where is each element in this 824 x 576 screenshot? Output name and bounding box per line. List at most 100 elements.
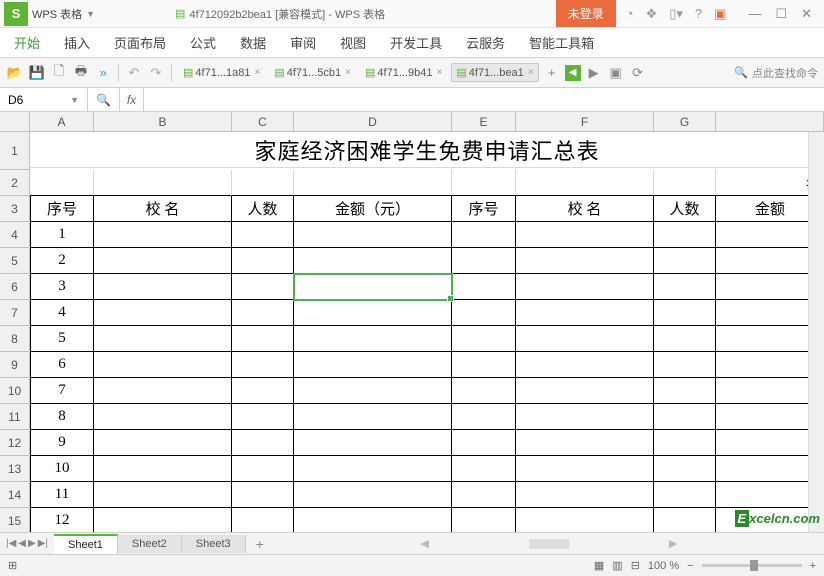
- cell[interactable]: [94, 404, 232, 430]
- row-header-8[interactable]: 8: [0, 326, 30, 352]
- cell[interactable]: [654, 430, 716, 456]
- tab-first-icon[interactable]: |◀: [6, 538, 16, 549]
- cell[interactable]: 9: [30, 430, 94, 456]
- cell[interactable]: [516, 508, 654, 532]
- cell[interactable]: [94, 378, 232, 404]
- cell[interactable]: [232, 300, 294, 326]
- cell[interactable]: [654, 352, 716, 378]
- cell[interactable]: [654, 378, 716, 404]
- sheet-tab-nav[interactable]: |◀ ◀ ▶ ▶|: [0, 538, 54, 549]
- close-tab-icon[interactable]: ×: [528, 67, 534, 78]
- tab-list-icon[interactable]: ▣: [607, 64, 625, 82]
- zoom-slider[interactable]: [702, 564, 802, 567]
- cell[interactable]: [654, 274, 716, 300]
- add-tab-icon[interactable]: +: [543, 64, 561, 82]
- menu-smart-toolbox[interactable]: 智能工具箱: [529, 33, 594, 52]
- save-icon[interactable]: 💾: [28, 64, 46, 82]
- print-preview-icon[interactable]: 🗋: [50, 64, 68, 82]
- header-seq-right[interactable]: 序号: [452, 196, 516, 222]
- close-tab-icon[interactable]: ×: [436, 67, 442, 78]
- formula-search-icon[interactable]: 🔍: [88, 88, 120, 111]
- cell[interactable]: [452, 482, 516, 508]
- col-header-B[interactable]: B: [94, 112, 232, 131]
- cell[interactable]: 3: [30, 274, 94, 300]
- cell[interactable]: [654, 508, 716, 532]
- zoom-in-button[interactable]: +: [810, 560, 816, 572]
- cell[interactable]: [294, 430, 452, 456]
- cell[interactable]: [294, 222, 452, 248]
- tool-dropdown-icon[interactable]: ▯▾: [669, 6, 683, 22]
- doc-tab-2[interactable]: ▤4f71...9b41×: [360, 63, 447, 82]
- cell[interactable]: [294, 352, 452, 378]
- row-header-15[interactable]: 15: [0, 508, 30, 532]
- cell[interactable]: [452, 300, 516, 326]
- cell[interactable]: [232, 508, 294, 532]
- cell[interactable]: [452, 326, 516, 352]
- app-dropdown-icon[interactable]: ▼: [86, 9, 95, 19]
- tab-next-icon[interactable]: ▶: [28, 538, 36, 549]
- cell[interactable]: [232, 482, 294, 508]
- row-header-2[interactable]: 2: [0, 170, 30, 196]
- cell[interactable]: [516, 352, 654, 378]
- cell[interactable]: [94, 508, 232, 532]
- cell[interactable]: [654, 404, 716, 430]
- col-header-extra[interactable]: [716, 112, 824, 131]
- name-box[interactable]: D6 ▼: [0, 88, 88, 111]
- header-seq-left[interactable]: 序号: [30, 196, 94, 222]
- cell[interactable]: [294, 378, 452, 404]
- cell[interactable]: [452, 274, 516, 300]
- sheet-tab-2[interactable]: Sheet2: [118, 535, 182, 553]
- menu-data[interactable]: 数据: [240, 33, 266, 52]
- cell[interactable]: [94, 456, 232, 482]
- row-header-11[interactable]: 11: [0, 404, 30, 430]
- help-icon[interactable]: ?: [695, 6, 702, 22]
- row-header-14[interactable]: 14: [0, 482, 30, 508]
- cell[interactable]: [654, 482, 716, 508]
- cell[interactable]: 5: [30, 326, 94, 352]
- cell[interactable]: [294, 508, 452, 532]
- view-break-icon[interactable]: ⊟: [631, 559, 640, 572]
- feedback-icon[interactable]: ▣: [714, 6, 726, 22]
- close-tab-icon[interactable]: ×: [345, 67, 351, 78]
- menu-insert[interactable]: 插入: [64, 33, 90, 52]
- cell[interactable]: [232, 326, 294, 352]
- row-header-12[interactable]: 12: [0, 430, 30, 456]
- view-normal-icon[interactable]: ▦: [594, 559, 604, 572]
- horizontal-scrollbar[interactable]: ◀▶: [274, 537, 824, 550]
- cell[interactable]: [516, 222, 654, 248]
- cell[interactable]: [94, 326, 232, 352]
- col-header-C[interactable]: C: [232, 112, 294, 131]
- cell[interactable]: [516, 404, 654, 430]
- grid-body[interactable]: 1 家庭经济困难学生免费申请汇总表 2 年 3 序号 校 名 人数 金额（元） …: [0, 132, 824, 532]
- sheet-tab-1[interactable]: Sheet1: [54, 534, 118, 554]
- cell[interactable]: [654, 248, 716, 274]
- cell[interactable]: [94, 274, 232, 300]
- command-search[interactable]: 🔍 点此查找命令: [734, 65, 818, 81]
- cell[interactable]: [516, 300, 654, 326]
- zoom-value[interactable]: 100 %: [648, 560, 679, 572]
- cell[interactable]: [94, 222, 232, 248]
- col-header-D[interactable]: D: [294, 112, 452, 131]
- redo-icon[interactable]: ↷: [147, 64, 165, 82]
- cell[interactable]: [516, 378, 654, 404]
- cell[interactable]: [654, 300, 716, 326]
- cell[interactable]: [516, 248, 654, 274]
- header-school-left[interactable]: 校 名: [94, 196, 232, 222]
- close-tab-icon[interactable]: ×: [254, 67, 260, 78]
- cell[interactable]: 12: [30, 508, 94, 532]
- cell[interactable]: [452, 352, 516, 378]
- fx-button[interactable]: fx: [120, 88, 144, 111]
- row-header-5[interactable]: 5: [0, 248, 30, 274]
- refresh-icon[interactable]: ⟳: [629, 64, 647, 82]
- tab-nav-right-icon[interactable]: ▶: [585, 64, 603, 82]
- name-box-dropdown-icon[interactable]: ▼: [70, 95, 79, 105]
- cell[interactable]: [294, 482, 452, 508]
- cell[interactable]: [452, 222, 516, 248]
- cell[interactable]: [94, 248, 232, 274]
- cell[interactable]: [232, 456, 294, 482]
- cell[interactable]: [452, 170, 516, 196]
- cell[interactable]: [516, 170, 654, 196]
- minimize-button[interactable]: —: [748, 6, 761, 22]
- add-sheet-button[interactable]: +: [246, 536, 274, 552]
- menu-dev-tools[interactable]: 开发工具: [390, 33, 442, 52]
